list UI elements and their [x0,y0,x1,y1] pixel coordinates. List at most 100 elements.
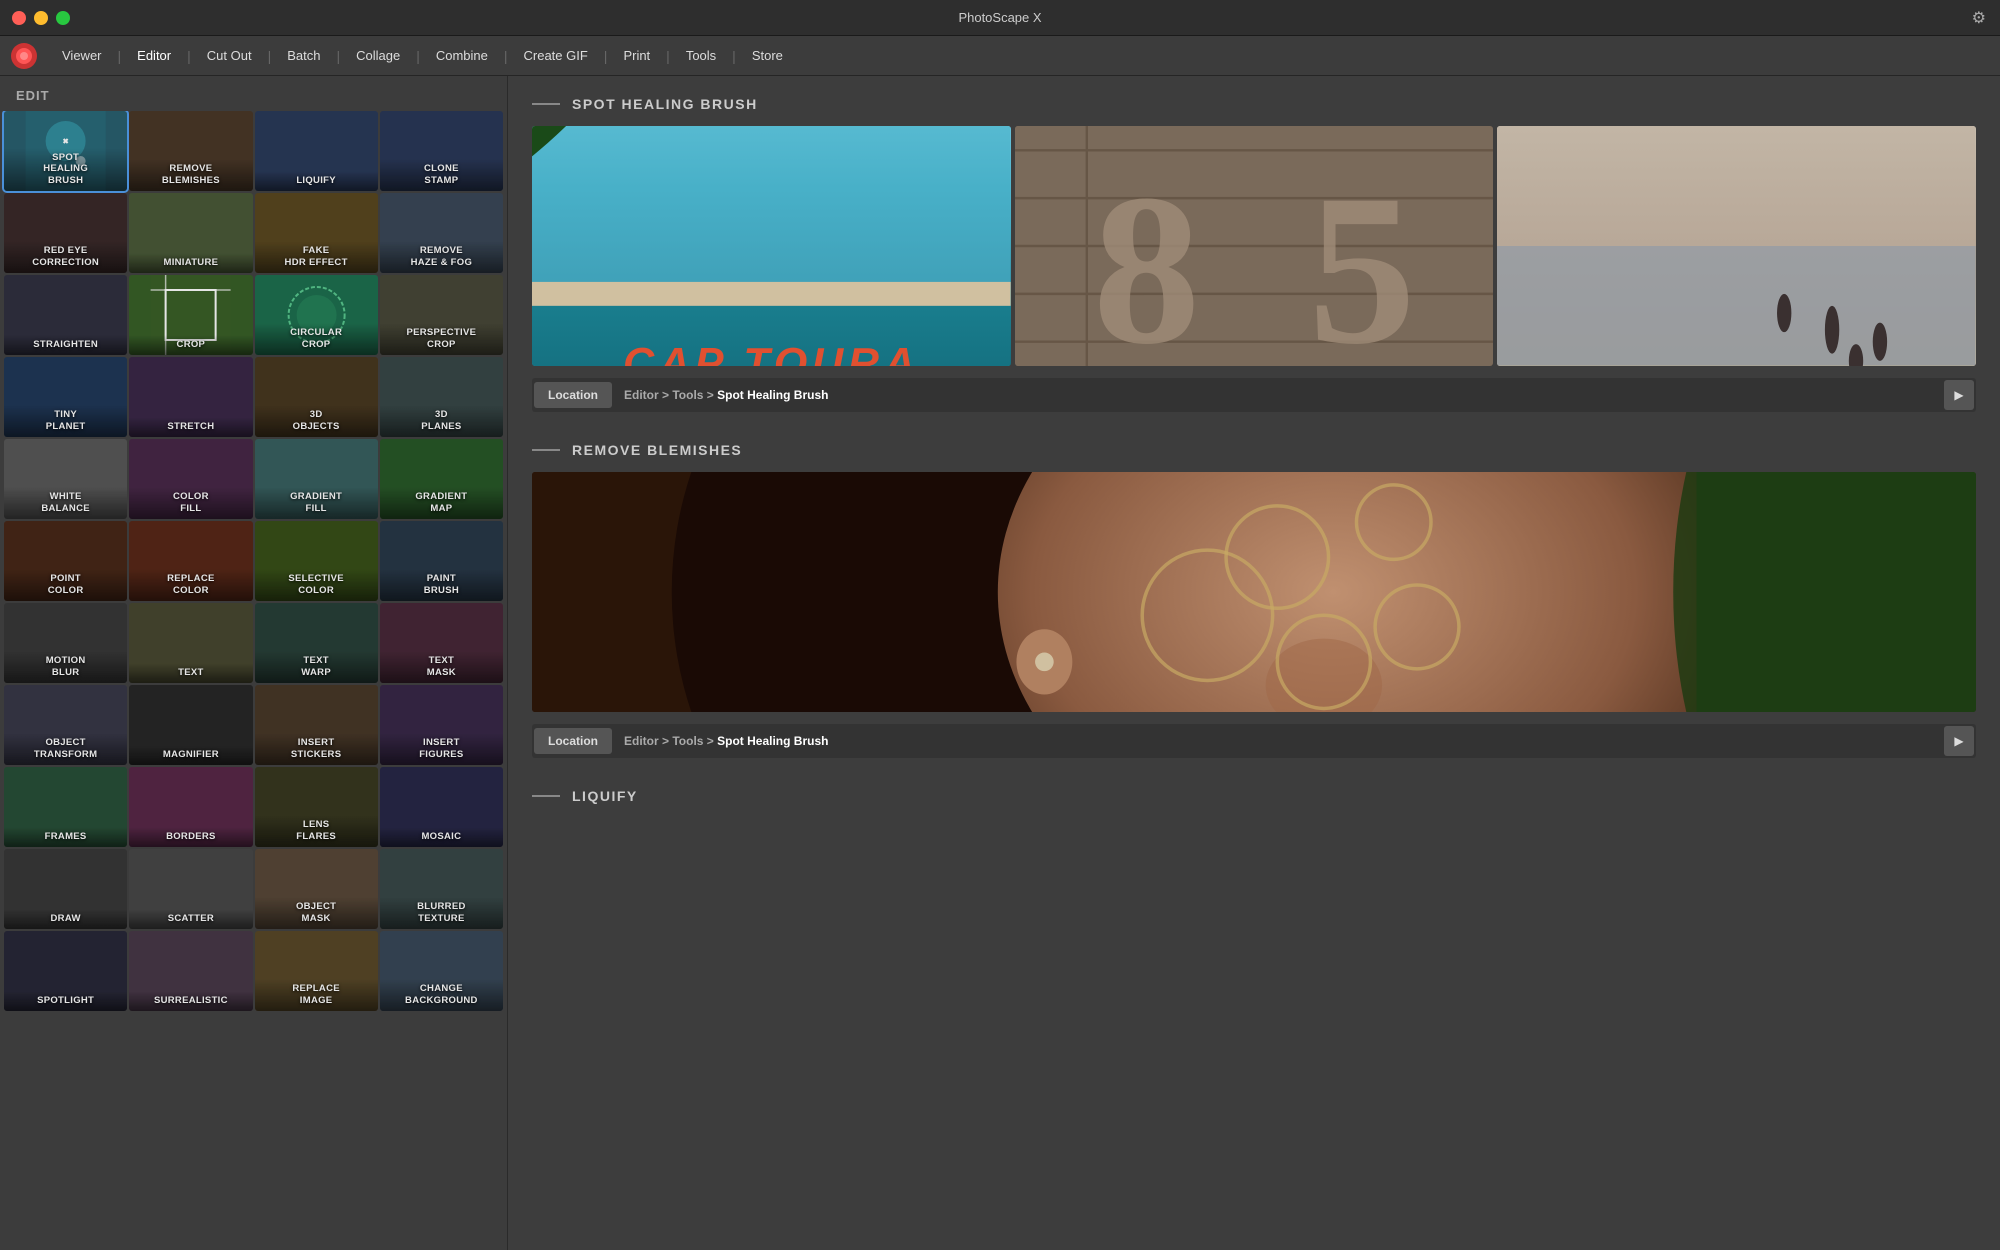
tool-text-mask[interactable]: TEXT MASK [380,603,503,683]
image-grid-1: CAP TOURA [532,126,1976,366]
tool-surrealistic[interactable]: SURREALISTIC [129,931,252,1011]
tool-selective-color[interactable]: SELECTIVE COLOR [255,521,378,601]
tool-straighten[interactable]: STRAIGHTEN [4,275,127,355]
section-spot-healing: SPOT HEALING BRUSH [532,96,1976,412]
menu-batch[interactable]: Batch [273,42,334,69]
tool-text-warp[interactable]: TEXT WARP [255,603,378,683]
tool-gradient-fill[interactable]: GRADIENT FILL [255,439,378,519]
menubar: Viewer | Editor | Cut Out | Batch | Coll… [0,36,2000,76]
menu-creategif[interactable]: Create GIF [510,42,602,69]
tool-gradient-map[interactable]: GRADIENT MAP [380,439,503,519]
titlebar: PhotoScape X ⚙ [0,0,2000,36]
menu-cutout[interactable]: Cut Out [193,42,266,69]
tool-white-balance[interactable]: WHITE BALANCE [4,439,127,519]
play-button-2[interactable]: ▶ [1944,726,1974,756]
tool-color-fill[interactable]: COLOR FILL [129,439,252,519]
tool-borders[interactable]: BORDERS [129,767,252,847]
tool-paint-brush[interactable]: PAINT BRUSH [380,521,503,601]
tool-3d-planes[interactable]: 3D PLANES [380,357,503,437]
sidebar-header: EDIT [0,76,507,111]
tool-insert-stickers[interactable]: INSERT STICKERS [255,685,378,765]
tool-remove-blemishes[interactable]: REMOVE BLEMISHES [129,111,252,191]
section-title-2: REMOVE BLEMISHES [572,442,742,458]
location-path-1: Editor > Tools > Spot Healing Brush [612,382,1944,408]
menu-print[interactable]: Print [609,42,664,69]
menu-collage[interactable]: Collage [342,42,414,69]
tool-label-clone-stamp: CLONE STAMP [380,159,503,191]
location-bar-2: Location Editor > Tools > Spot Healing B… [532,724,1976,758]
tool-label-spot-healing: SPOT HEALING BRUSH [4,148,127,191]
tool-label-miniature: MINIATURE [129,253,252,273]
tool-spot-healing[interactable]: SPOT HEALING BRUSH [4,111,127,191]
location-button-1[interactable]: Location [534,382,612,408]
tool-label-draw: DRAW [4,909,127,929]
tool-replace-image[interactable]: REPLACE IMAGE [255,931,378,1011]
close-button[interactable] [12,11,26,25]
tool-label-circular-crop: CIRCULAR CROP [255,323,378,355]
tool-liquify[interactable]: LIQUIFY [255,111,378,191]
section-title-1: SPOT HEALING BRUSH [572,96,758,112]
tool-label-object-transform: OBJECT TRANSFORM [4,733,127,765]
tool-mosaic[interactable]: MOSAIC [380,767,503,847]
settings-icon[interactable]: ⚙ [1972,8,1986,28]
tool-magnifier[interactable]: MAGNIFIER [129,685,252,765]
minimize-button[interactable] [34,11,48,25]
tool-label-fake-hdr: FAKE HDR EFFECT [255,241,378,273]
tool-label-3d-objects: 3D OBJECTS [255,405,378,437]
tool-blurred-texture[interactable]: BLURRED TEXTURE [380,849,503,929]
tool-3d-objects[interactable]: 3D OBJECTS [255,357,378,437]
maximize-button[interactable] [56,11,70,25]
tool-label-spotlight: SPOTLIGHT [4,991,127,1011]
tool-change-background[interactable]: CHANGE BACKGROUND [380,931,503,1011]
location-path-2: Editor > Tools > Spot Healing Brush [612,728,1944,754]
tool-label-white-balance: WHITE BALANCE [4,487,127,519]
tool-label-mosaic: MOSAIC [380,827,503,847]
sep-2: | [185,48,193,64]
tool-perspective-crop[interactable]: PERSPECTIVE CROP [380,275,503,355]
tool-lens-flares[interactable]: LENS FLARES [255,767,378,847]
tool-label-gradient-map: GRADIENT MAP [380,487,503,519]
section-line-3 [532,795,560,797]
tool-object-mask[interactable]: OBJECT MASK [255,849,378,929]
menu-store[interactable]: Store [738,42,797,69]
app-logo [10,42,38,70]
tool-insert-figures[interactable]: INSERT FIGURES [380,685,503,765]
tool-red-eye[interactable]: RED EYE CORRECTION [4,193,127,273]
tool-tiny-planet[interactable]: TINY PLANET [4,357,127,437]
tool-motion-blur[interactable]: MOTION BLUR [4,603,127,683]
sep-5: | [414,48,422,64]
tool-label-text-mask: TEXT MASK [380,651,503,683]
menu-tools[interactable]: Tools [672,42,730,69]
tool-label-insert-stickers: INSERT STICKERS [255,733,378,765]
tool-scatter[interactable]: SCATTER [129,849,252,929]
tool-stretch[interactable]: STRETCH [129,357,252,437]
tool-label-change-background: CHANGE BACKGROUND [380,979,503,1011]
tool-crop[interactable]: CROP [129,275,252,355]
tool-remove-haze[interactable]: REMOVE HAZE & FOG [380,193,503,273]
sep-7: | [602,48,610,64]
tool-miniature[interactable]: MINIATURE [129,193,252,273]
tool-text[interactable]: TEXT [129,603,252,683]
tool-point-color[interactable]: POINT COLOR [4,521,127,601]
tool-replace-color[interactable]: REPLACE COLOR [129,521,252,601]
tool-circular-crop[interactable]: CIRCULAR CROP [255,275,378,355]
svg-text:8: 8 [1092,150,1200,366]
tool-label-text-warp: TEXT WARP [255,651,378,683]
tool-fake-hdr[interactable]: FAKE HDR EFFECT [255,193,378,273]
tool-spotlight[interactable]: SPOTLIGHT [4,931,127,1011]
tool-clone-stamp[interactable]: CLONE STAMP [380,111,503,191]
tool-draw[interactable]: DRAW [4,849,127,929]
tool-label-blurred-texture: BLURRED TEXTURE [380,897,503,929]
menu-viewer[interactable]: Viewer [48,42,116,69]
menu-editor[interactable]: Editor [123,42,185,69]
tool-frames[interactable]: FRAMES [4,767,127,847]
menu-combine[interactable]: Combine [422,42,502,69]
tool-label-selective-color: SELECTIVE COLOR [255,569,378,601]
main-layout: EDIT SPOT HEALING BRUSHREMOVE BLEMISHESL… [0,76,2000,1250]
play-button-1[interactable]: ▶ [1944,380,1974,410]
tool-label-motion-blur: MOTION BLUR [4,651,127,683]
tool-object-transform[interactable]: OBJECT TRANSFORM [4,685,127,765]
section-header-1: SPOT HEALING BRUSH [532,96,1976,112]
content-area[interactable]: SPOT HEALING BRUSH [508,76,2000,1250]
location-button-2[interactable]: Location [534,728,612,754]
